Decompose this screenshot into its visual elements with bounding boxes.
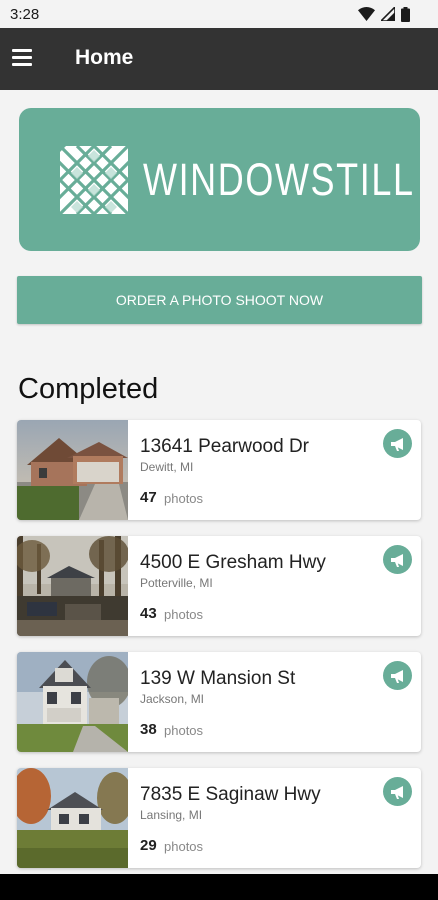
- menu-icon[interactable]: [12, 48, 34, 68]
- megaphone-icon[interactable]: [383, 777, 412, 806]
- listing-address: 13641 Pearwood Dr: [140, 436, 309, 457]
- page-title: Home: [75, 46, 134, 69]
- megaphone-icon[interactable]: [383, 661, 412, 690]
- listing-photo-count: 47: [140, 489, 157, 506]
- megaphone-icon[interactable]: [383, 545, 412, 574]
- order-photo-shoot-button[interactable]: ORDER A PHOTO SHOOT NOW: [17, 276, 422, 324]
- listing-photo: [17, 536, 128, 636]
- listing-city: Lansing, MI: [140, 808, 203, 822]
- listing-photos-label: photos: [164, 839, 204, 854]
- listing-address: 139 W Mansion St: [140, 668, 296, 689]
- logo-text: WINDOWSTILL: [143, 154, 415, 205]
- listing-photos-label: photos: [164, 607, 204, 622]
- listing-photos-label: photos: [164, 491, 204, 506]
- listing-photo-count: 29: [140, 837, 157, 854]
- listing-city: Potterville, MI: [140, 576, 213, 590]
- battery-icon: [401, 6, 410, 22]
- listing-city: Dewitt, MI: [140, 460, 194, 474]
- wifi-icon: [358, 7, 375, 21]
- listing-photo-count: 38: [140, 721, 157, 738]
- windowstill-logo-icon: [60, 146, 128, 214]
- listing-city: Jackson, MI: [140, 692, 205, 706]
- megaphone-icon[interactable]: [383, 429, 412, 458]
- listing-photos-label: photos: [164, 723, 204, 738]
- listing-photo: [17, 652, 128, 752]
- status-bar: 3:28: [0, 0, 438, 28]
- listing-address: 7835 E Saginaw Hwy: [140, 784, 321, 805]
- status-time: 3:28: [10, 6, 40, 23]
- signal-icon: [381, 7, 395, 21]
- listing-card-pearwood[interactable]: 13641 Pearwood Dr Dewitt, MI 47 photos: [17, 420, 421, 520]
- listing-card-gresham[interactable]: 4500 E Gresham Hwy Potterville, MI 43 ph…: [17, 536, 421, 636]
- app-bar: Home: [0, 28, 438, 90]
- listing-card-saginaw[interactable]: 7835 E Saginaw Hwy Lansing, MI 29 photos: [17, 768, 421, 868]
- listing-photo: [17, 768, 128, 868]
- system-navigation-bar: [0, 874, 438, 900]
- windowstill-banner: WINDOWSTILL: [19, 108, 420, 251]
- status-icons: [358, 6, 410, 22]
- completed-section-title: Completed: [18, 373, 159, 405]
- listing-card-mansion[interactable]: 139 W Mansion St Jackson, MI 38 photos: [17, 652, 421, 752]
- listing-address: 4500 E Gresham Hwy: [140, 552, 326, 573]
- listing-photo: [17, 420, 128, 520]
- listing-photo-count: 43: [140, 605, 157, 622]
